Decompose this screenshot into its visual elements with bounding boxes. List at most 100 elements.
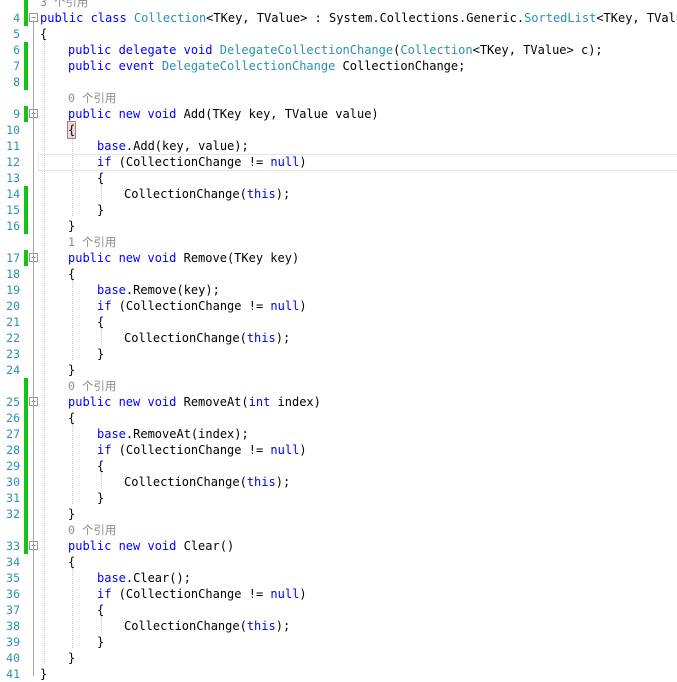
line-number: 17 bbox=[6, 251, 20, 265]
code-line: 7 public event DelegateCollectionChange … bbox=[0, 58, 677, 74]
line-number: 35 bbox=[6, 571, 20, 585]
code-line: 33 − public new void Clear() bbox=[0, 538, 677, 554]
change-indicator bbox=[24, 378, 28, 394]
line-number: 27 bbox=[6, 427, 20, 441]
line-number: 12 bbox=[6, 155, 20, 169]
line-number: 30 bbox=[6, 475, 20, 489]
code-text: if (CollectionChange != null) bbox=[97, 443, 307, 457]
code-line: 9 − public new void Add(TKey key, TValue… bbox=[0, 106, 677, 122]
line-number: 5 bbox=[13, 27, 20, 41]
reference-lens[interactable]: 1 个引用 bbox=[68, 234, 116, 250]
line-number: 40 bbox=[6, 651, 20, 665]
reference-lens[interactable]: 3 个引用 bbox=[40, 0, 88, 10]
code-line: 23 } bbox=[0, 346, 677, 362]
code-line: 34 { bbox=[0, 554, 677, 570]
code-text: } bbox=[68, 651, 76, 665]
code-text: public new void Remove(TKey key) bbox=[68, 251, 300, 265]
line-number: 13 bbox=[6, 171, 20, 185]
line-number: 24 bbox=[6, 363, 20, 377]
change-indicator bbox=[24, 538, 28, 554]
reference-lens[interactable]: 0 个引用 bbox=[68, 90, 116, 106]
line-number: 6 bbox=[13, 43, 20, 57]
code-line: 8 bbox=[0, 74, 677, 90]
code-line: 11 base.Add(key, value); bbox=[0, 138, 677, 154]
code-text: CollectionChange(this); bbox=[124, 619, 291, 633]
line-number: 36 bbox=[6, 587, 20, 601]
code-text: } bbox=[97, 491, 105, 505]
line-number: 41 bbox=[6, 667, 20, 681]
code-line: 0 个引用 bbox=[0, 378, 677, 394]
code-line: 32 } bbox=[0, 506, 677, 522]
code-text: } bbox=[68, 507, 76, 521]
line-number: 25 bbox=[6, 395, 20, 409]
line-number: 9 bbox=[13, 107, 20, 121]
line-number: 33 bbox=[6, 539, 20, 553]
indent-guide bbox=[101, 328, 102, 344]
code-text: CollectionChange(this); bbox=[124, 187, 291, 201]
reference-lens[interactable]: 0 个引用 bbox=[68, 378, 116, 394]
line-number: 14 bbox=[6, 187, 20, 201]
code-text: public new void Clear() bbox=[68, 539, 235, 553]
change-indicator bbox=[24, 106, 28, 122]
indent-guide bbox=[72, 280, 73, 360]
code-text: public new void Add(TKey key, TValue val… bbox=[68, 107, 379, 121]
code-text: } bbox=[97, 203, 105, 217]
change-indicator bbox=[24, 474, 28, 490]
code-editor[interactable]: 3 个引用 4 − public class Collection<TKey, … bbox=[0, 0, 677, 681]
indent-guide bbox=[72, 568, 73, 648]
code-text: public new void RemoveAt(int index) bbox=[68, 395, 321, 409]
code-line: 27 base.RemoveAt(index); bbox=[0, 426, 677, 442]
code-line: 17 − public new void Remove(TKey key) bbox=[0, 250, 677, 266]
change-indicator bbox=[24, 426, 28, 442]
code-line: 19 base.Remove(key); bbox=[0, 282, 677, 298]
line-number: 39 bbox=[6, 635, 20, 649]
line-number: 4 bbox=[13, 11, 20, 25]
change-indicator bbox=[24, 74, 28, 90]
line-number: 29 bbox=[6, 459, 20, 473]
code-line: 4 − public class Collection<TKey, TValue… bbox=[0, 10, 677, 26]
change-indicator bbox=[24, 522, 28, 538]
line-number: 8 bbox=[13, 75, 20, 89]
change-indicator bbox=[24, 490, 28, 506]
code-text: if (CollectionChange != null) bbox=[97, 299, 307, 313]
indent-guide bbox=[72, 136, 73, 216]
line-number: 11 bbox=[6, 139, 20, 153]
line-number: 16 bbox=[6, 219, 20, 233]
reference-lens[interactable]: 0 个引用 bbox=[68, 522, 116, 538]
line-number: 23 bbox=[6, 347, 20, 361]
code-line: 5 { bbox=[0, 26, 677, 42]
code-line: 28 if (CollectionChange != null) bbox=[0, 442, 677, 458]
line-number: 22 bbox=[6, 331, 20, 345]
line-number: 18 bbox=[6, 267, 20, 281]
change-indicator bbox=[24, 442, 28, 458]
code-text: base.Clear(); bbox=[97, 571, 191, 585]
code-text: } bbox=[97, 347, 105, 361]
line-number: 34 bbox=[6, 555, 20, 569]
code-text: base.Remove(key); bbox=[97, 283, 220, 297]
change-indicator bbox=[24, 186, 28, 202]
code-line: 25 − public new void RemoveAt(int index) bbox=[0, 394, 677, 410]
line-number: 21 bbox=[6, 315, 20, 329]
code-text: } bbox=[97, 635, 105, 649]
line-number: 31 bbox=[6, 491, 20, 505]
code-line: 3 个引用 bbox=[0, 0, 677, 10]
line-number: 19 bbox=[6, 283, 20, 297]
code-text: public event DelegateCollectionChange Co… bbox=[68, 59, 466, 73]
fold-guide bbox=[33, 20, 34, 676]
code-text: CollectionChange(this); bbox=[124, 331, 291, 345]
change-indicator bbox=[24, 0, 28, 10]
change-indicator bbox=[24, 42, 28, 58]
line-number: 28 bbox=[6, 443, 20, 457]
code-line: 26 { bbox=[0, 410, 677, 426]
code-line: 15 } bbox=[0, 202, 677, 218]
change-indicator bbox=[24, 506, 28, 522]
line-number: 10 bbox=[6, 123, 20, 137]
indent-guide bbox=[101, 616, 102, 632]
code-text: } bbox=[40, 667, 48, 681]
code-line: 36 if (CollectionChange != null) bbox=[0, 586, 677, 602]
line-number: 15 bbox=[6, 203, 20, 217]
code-text: public delegate void DelegateCollectionC… bbox=[68, 43, 603, 57]
code-line: 35 base.Clear(); bbox=[0, 570, 677, 586]
code-text: } bbox=[68, 363, 76, 377]
code-line: 6 public delegate void DelegateCollectio… bbox=[0, 42, 677, 58]
